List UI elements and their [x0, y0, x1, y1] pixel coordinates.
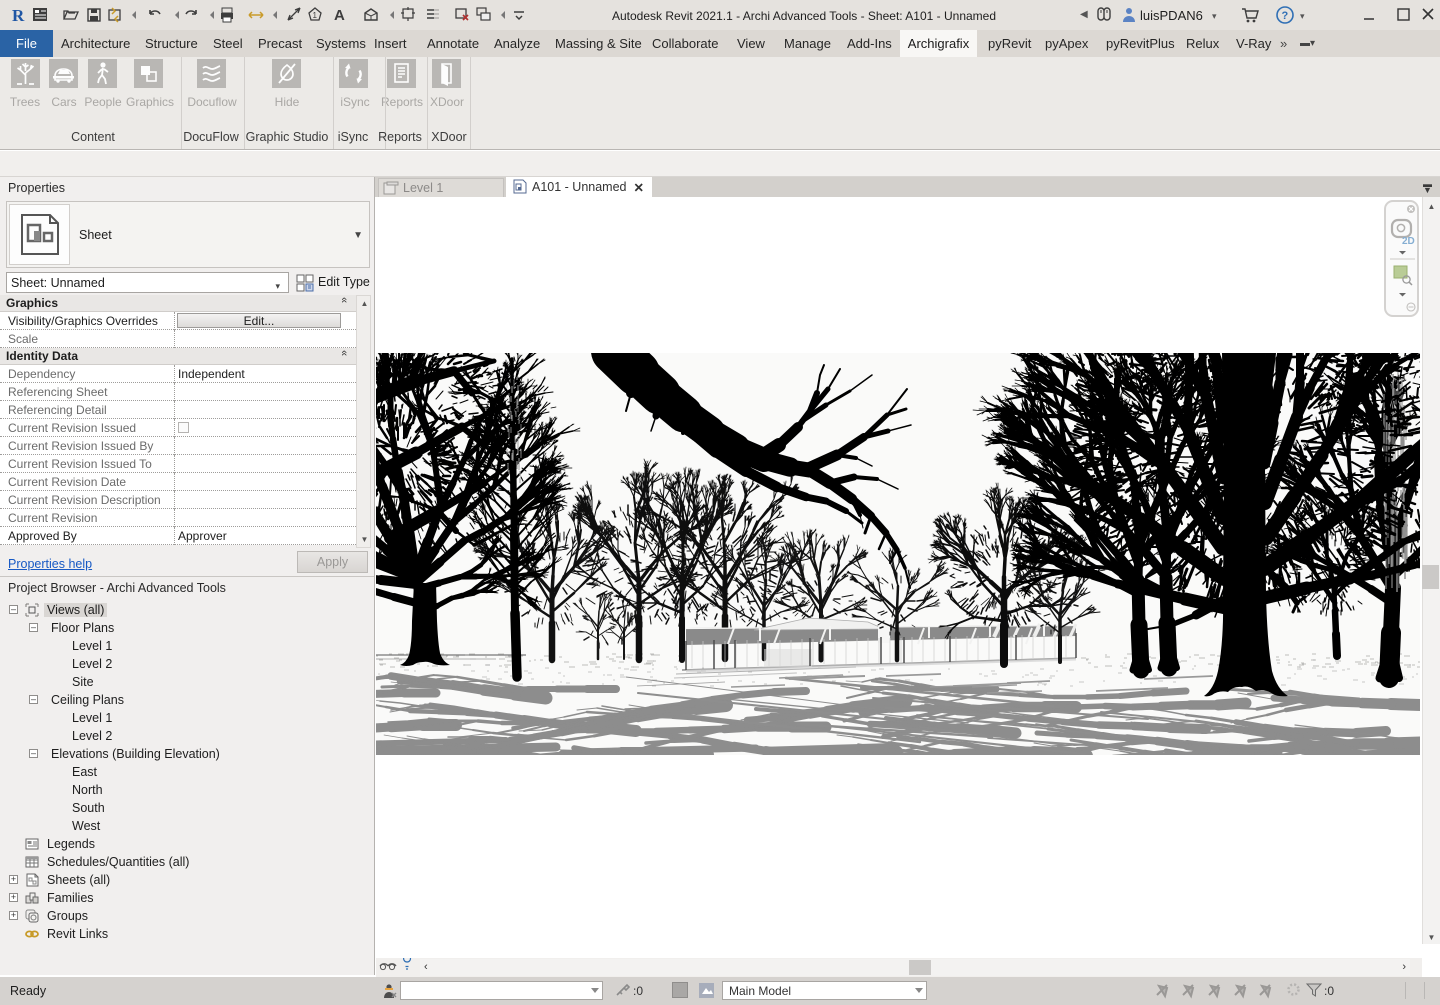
svg-text:A: A	[334, 7, 345, 24]
svg-text:?: ?	[1282, 10, 1289, 22]
svg-text:R: R	[12, 6, 25, 25]
svg-text:2D: 2D	[1402, 236, 1415, 247]
svg-text:1: 1	[313, 11, 318, 20]
